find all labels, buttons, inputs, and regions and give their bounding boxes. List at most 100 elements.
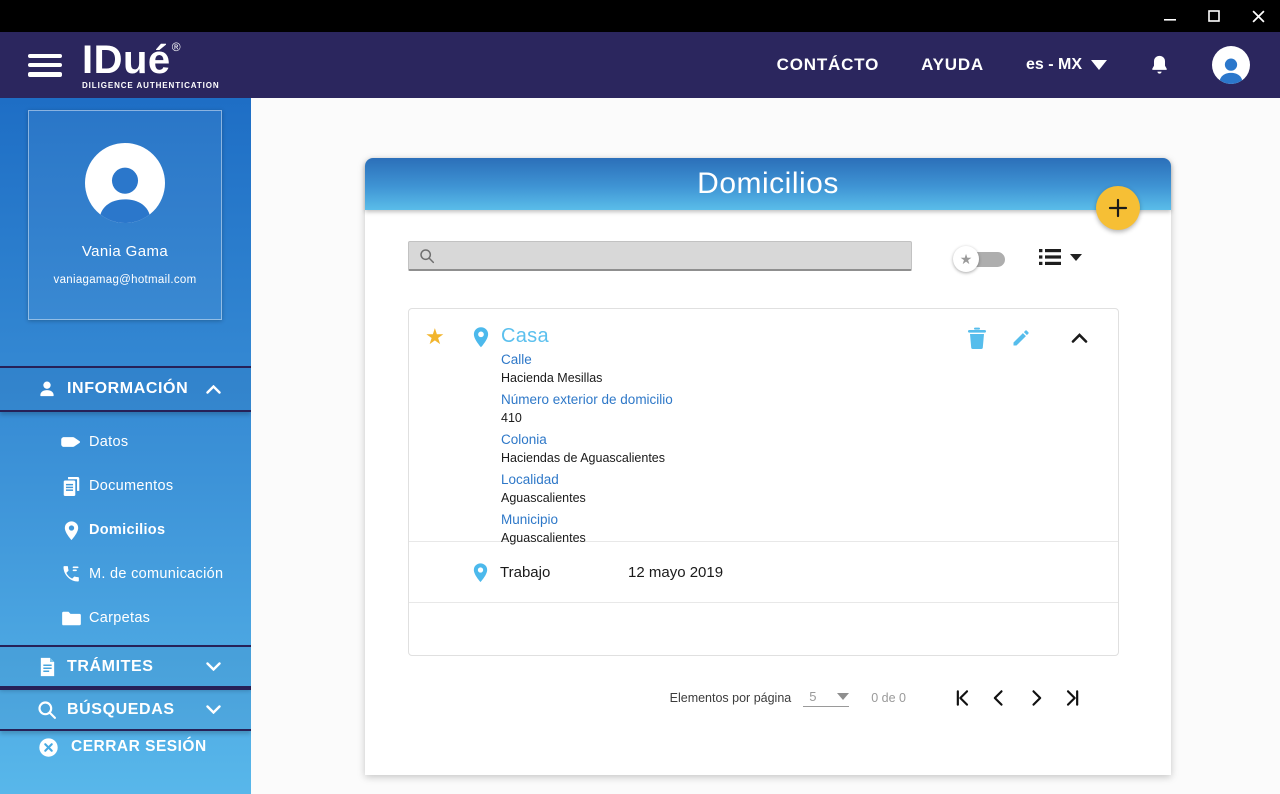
- next-page-button[interactable]: [1026, 688, 1046, 708]
- favorite-star-icon[interactable]: ★: [425, 326, 445, 348]
- add-address-button[interactable]: [1096, 186, 1140, 230]
- field-colonia: Colonia Haciendas de Aguascalientes: [501, 432, 673, 466]
- logo-registered-mark: ®: [171, 40, 181, 54]
- page-title: Domicilios: [697, 167, 839, 200]
- sidebar-item-carpetas[interactable]: Carpetas: [0, 596, 251, 640]
- sidebar-item-m-de-comunicacion[interactable]: M. de comunicación: [0, 552, 251, 596]
- empty-row: [409, 603, 1118, 656]
- sidebar-item-domicilios[interactable]: Domicilios: [0, 508, 251, 552]
- notifications-bell-icon[interactable]: [1149, 53, 1170, 77]
- map-pin-icon: [473, 562, 488, 583]
- chevron-down-icon: [1091, 60, 1107, 70]
- sidebar-item-datos[interactable]: Datos: [0, 420, 251, 464]
- plus-icon: [1108, 198, 1128, 218]
- chevron-down-icon: [206, 662, 221, 671]
- field-municipio: Municipio Aguascalientes: [501, 512, 673, 546]
- address-name: Trabajo: [500, 563, 551, 581]
- sidebar-section-label: TRÁMITES: [67, 657, 154, 675]
- delete-address-button[interactable]: [967, 327, 987, 349]
- chevron-down-icon: [1070, 253, 1082, 261]
- chevron-left-icon: [993, 690, 1003, 706]
- sidebar-section-label: INFORMACIÓN: [67, 380, 189, 397]
- items-per-page-label: Elementos por página: [669, 691, 792, 705]
- search-bar: [408, 241, 912, 271]
- language-value: es - MX: [1025, 56, 1082, 73]
- maximize-icon[interactable]: [1192, 0, 1236, 32]
- sidebar-item-label: Domicilios: [89, 522, 166, 538]
- language-selector[interactable]: es - MX: [1026, 56, 1107, 74]
- field-value: Aguascalientes: [501, 531, 586, 545]
- domicilios-card: Domicilios ★ ★ Casa Calle Hacienda Mesil…: [365, 158, 1171, 775]
- chevron-down-icon: [837, 693, 850, 700]
- document-icon: [36, 657, 58, 677]
- menu-icon[interactable]: [28, 53, 62, 77]
- page-size-value: 5: [809, 689, 817, 704]
- close-circle-icon: [38, 737, 59, 758]
- field-label: Localidad: [501, 472, 559, 487]
- last-page-button[interactable]: [1063, 688, 1083, 708]
- sidebar-item-label: M. de comunicación: [89, 566, 224, 582]
- field-label: Número exterior de domicilio: [501, 392, 673, 407]
- user-avatar[interactable]: [1212, 46, 1250, 84]
- card-header: Domicilios: [365, 158, 1171, 210]
- address-name: Casa: [501, 325, 549, 347]
- first-page-button[interactable]: [952, 688, 972, 708]
- sidebar-section-busquedas[interactable]: BÚSQUEDAS: [0, 688, 251, 731]
- person-icon: [36, 379, 58, 399]
- field-calle: Calle Hacienda Mesillas: [501, 352, 673, 386]
- address-list: ★ Casa Calle Hacienda Mesillas Número ex…: [408, 308, 1119, 656]
- logo-title: IDué: [82, 38, 171, 82]
- chevron-down-icon: [206, 705, 221, 714]
- logout-label: CERRAR SESIÓN: [71, 738, 207, 755]
- sidebar: Vania Gama vaniagamag@hotmail.com INFORM…: [0, 98, 251, 794]
- first-page-icon: [956, 690, 969, 706]
- logout-button[interactable]: CERRAR SESIÓN: [0, 732, 251, 762]
- logo-subtitle: DILIGENCE AUTHENTICATION: [82, 81, 220, 90]
- close-icon[interactable]: [1236, 0, 1280, 32]
- pencil-icon: [1013, 330, 1029, 346]
- address-fields: Calle Hacienda Mesillas Número exterior …: [501, 352, 673, 552]
- sidebar-section-informacion[interactable]: INFORMACIÓN: [0, 366, 251, 412]
- search-input[interactable]: [435, 247, 911, 264]
- profile-card: Vania Gama vaniagamag@hotmail.com: [28, 110, 222, 320]
- map-pin-icon: [60, 520, 82, 541]
- list-view-menu[interactable]: [1038, 248, 1082, 266]
- previous-page-button[interactable]: [989, 688, 1009, 708]
- sidebar-item-documentos[interactable]: Documentos: [0, 464, 251, 508]
- paginator: Elementos por página 5 0 de 0: [365, 685, 1171, 711]
- sidebar-item-label: Documentos: [89, 478, 174, 494]
- star-icon: ★: [953, 246, 979, 272]
- chevron-up-icon: [1071, 333, 1088, 343]
- sidebar-section-label: BÚSQUEDAS: [67, 700, 175, 718]
- map-pin-icon: [473, 326, 489, 348]
- app-header: IDué ® DILIGENCE AUTHENTICATION CONTÁCTO…: [0, 32, 1280, 98]
- favorites-filter-toggle[interactable]: ★: [953, 246, 1005, 272]
- collapse-row-button[interactable]: [1071, 333, 1088, 343]
- field-value: Aguascalientes: [501, 491, 586, 505]
- address-date: 12 mayo 2019: [628, 563, 724, 581]
- field-label: Municipio: [501, 512, 559, 527]
- sidebar-item-label: Datos: [89, 434, 129, 450]
- page-range-label: 0 de 0: [871, 691, 906, 705]
- edit-address-button[interactable]: [1011, 328, 1031, 348]
- main-content: Domicilios ★ ★ Casa Calle Hacienda Mesil…: [251, 98, 1280, 794]
- address-row-casa: ★ Casa Calle Hacienda Mesillas Número ex…: [409, 309, 1118, 545]
- contact-link[interactable]: CONTÁCTO: [777, 55, 879, 75]
- page-size-select[interactable]: 5: [803, 689, 850, 707]
- sidebar-section-tramites[interactable]: TRÁMITES: [0, 645, 251, 688]
- list-icon: [1039, 249, 1061, 265]
- help-link[interactable]: AYUDA: [921, 55, 984, 75]
- field-label: Calle: [501, 352, 532, 367]
- sidebar-item-label: Carpetas: [89, 610, 151, 626]
- field-numero-exterior: Número exterior de domicilio 410: [501, 392, 673, 426]
- folder-icon: [60, 610, 82, 627]
- minimize-icon[interactable]: [1148, 0, 1192, 32]
- search-icon: [36, 700, 58, 720]
- app-logo: IDué ® DILIGENCE AUTHENTICATION: [82, 40, 220, 90]
- profile-email: vaniagamag@hotmail.com: [53, 274, 197, 286]
- sidebar-info-items: Datos Documentos Domicilios M. de comuni…: [0, 420, 251, 640]
- documents-icon: [60, 476, 82, 497]
- window-titlebar: [0, 0, 1280, 32]
- chevron-right-icon: [1032, 690, 1042, 706]
- chevron-up-icon: [206, 384, 221, 394]
